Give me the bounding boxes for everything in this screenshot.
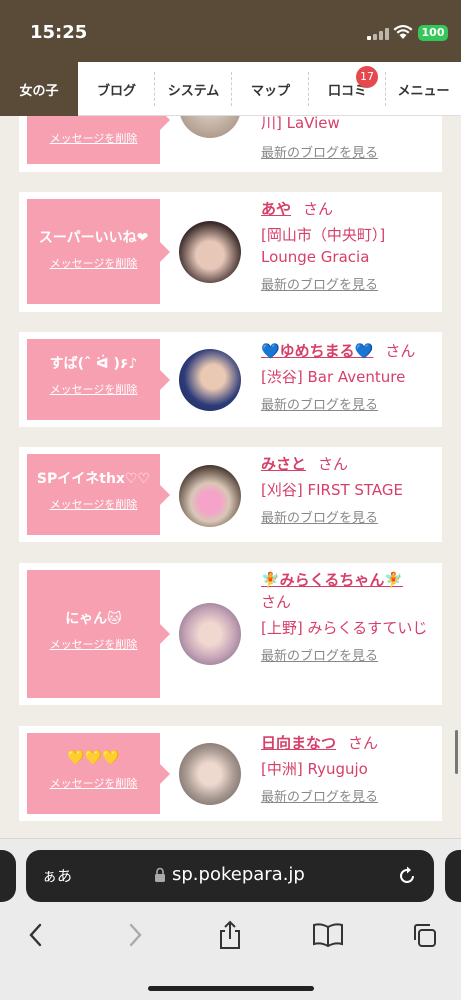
list-item: すば(ˆ ᐛ )۶♪ メッセージを削除 💙ゆめちまる💙 さん [渋谷] Bar Av… (19, 332, 442, 427)
message-bubble: 💛💛💛 メッセージを削除 (27, 733, 170, 814)
avatar[interactable] (179, 603, 241, 665)
avatar[interactable] (179, 221, 241, 283)
browser-chrome: ぁあ sp.pokepara.jp (0, 838, 461, 1000)
girl-name-link[interactable]: みさと (261, 455, 306, 473)
book-icon (313, 923, 343, 948)
chevron-left-icon (29, 923, 42, 947)
avatar[interactable] (179, 465, 241, 527)
delete-message-link[interactable]: メッセージを削除 (50, 775, 138, 791)
girl-info: あや さん [岡山市（中央町）] Lounge Gracia 最新のブログを見る (261, 198, 439, 293)
lock-icon (155, 867, 165, 882)
delete-message-link[interactable]: メッセージを削除 (50, 496, 138, 512)
next-tab-peek[interactable] (445, 850, 461, 902)
main-nav: 女の子 ブログ システム マップ 口コミ 17 メニュー (0, 62, 461, 116)
status-time: 15:25 (30, 22, 88, 43)
list-item: スーパーいいね❤ メッセージを削除 あや さん [岡山市（中央町）] Lounge … (19, 192, 442, 312)
shop-name[interactable]: [上野] みらくるすていじ (261, 617, 439, 639)
back-button[interactable] (18, 917, 54, 953)
girl-name-link[interactable]: 🧚みらくるちゃん🧚 (261, 571, 403, 589)
latest-blog-link[interactable]: 最新のブログを見る (261, 274, 378, 293)
reader-options-button[interactable]: ぁあ (42, 865, 72, 886)
message-bubble: すば(ˆ ᐛ )۶♪ メッセージを削除 (27, 339, 170, 420)
message-bubble: スーパーいいね❤ メッセージを削除 (27, 199, 170, 304)
share-button[interactable] (212, 917, 248, 953)
status-bar: 15:25 100 (0, 0, 461, 62)
tab-map[interactable]: マップ (232, 62, 309, 116)
girl-info: 日向まなつ さん [中洲] Ryugujo 最新のブログを見る (261, 732, 439, 805)
tabs-icon (414, 924, 436, 947)
bookmarks-button[interactable] (310, 917, 346, 953)
message-text: SPイイネthx♡♡ (36, 471, 151, 487)
message-bubble: メッセージを削除 (27, 116, 170, 164)
message-list[interactable]: メッセージを削除 川] LaView 最新のブログを見る スーパーいいね❤ メッセ… (0, 116, 461, 838)
shop-name[interactable]: 川] LaView (261, 116, 439, 134)
tab-menu[interactable]: メニュー (386, 62, 461, 116)
message-text: にゃん🐱 (65, 611, 122, 627)
share-icon (220, 920, 240, 949)
tab-reviews[interactable]: 口コミ 17 (309, 62, 386, 116)
tabs-button[interactable] (406, 917, 442, 953)
message-text: 💛💛💛 (67, 750, 120, 766)
latest-blog-link[interactable]: 最新のブログを見る (261, 142, 378, 161)
scroll-indicator[interactable] (455, 730, 458, 774)
shop-name[interactable]: [岡山市（中央町）] Lounge Gracia (261, 224, 439, 268)
shop-name[interactable]: [刈谷] FIRST STAGE (261, 479, 439, 501)
girl-name-link[interactable]: 💙ゆめちまる💙 (261, 342, 373, 360)
girl-name-link[interactable]: 日向まなつ (261, 734, 336, 752)
delete-message-link[interactable]: メッセージを削除 (50, 255, 138, 271)
message-text: スーパーいいね❤ (38, 230, 149, 246)
list-item: SPイイネthx♡♡ メッセージを削除 みさと さん [刈谷] FIRST STAG… (19, 447, 442, 542)
girl-info: 💙ゆめちまる💙 さん [渋谷] Bar Aventure 最新のブログを見る (261, 340, 439, 413)
chevron-right-icon (129, 923, 142, 947)
tab-girls[interactable]: 女の子 (0, 62, 78, 116)
avatar[interactable] (179, 349, 241, 411)
message-bubble: にゃん🐱 メッセージを削除 (27, 570, 170, 698)
home-indicator[interactable] (148, 986, 314, 991)
girl-info: 🧚みらくるちゃん🧚 さん [上野] みらくるすていじ 最新のブログを見る (261, 569, 439, 664)
list-item: 💛💛💛 メッセージを削除 日向まなつ さん [中洲] Ryugujo 最新のブログを… (19, 726, 442, 821)
cellular-signal-icon (367, 28, 389, 40)
forward-button[interactable] (117, 917, 153, 953)
delete-message-link[interactable]: メッセージを削除 (50, 636, 138, 652)
tab-blog[interactable]: ブログ (78, 62, 155, 116)
shop-name[interactable]: [中洲] Ryugujo (261, 758, 439, 780)
message-bubble: SPイイネthx♡♡ メッセージを削除 (27, 454, 170, 535)
girl-info: 川] LaView 最新のブログを見る (261, 116, 439, 161)
browser-toolbar (0, 917, 461, 957)
address-bar[interactable]: ぁあ sp.pokepara.jp (26, 850, 434, 902)
delete-message-link[interactable]: メッセージを削除 (50, 381, 138, 397)
url-domain: sp.pokepara.jp (172, 864, 305, 885)
latest-blog-link[interactable]: 最新のブログを見る (261, 645, 378, 664)
shop-name[interactable]: [渋谷] Bar Aventure (261, 366, 439, 388)
previous-tab-peek[interactable] (0, 850, 16, 902)
list-item: にゃん🐱 メッセージを削除 🧚みらくるちゃん🧚 さん [上野] みらくるすていじ 最… (19, 563, 442, 705)
reviews-count-badge: 17 (356, 66, 378, 88)
message-text: すば(ˆ ᐛ )۶♪ (49, 356, 138, 372)
girl-name-link[interactable]: あや (261, 200, 291, 218)
avatar[interactable] (179, 743, 241, 805)
girl-info: みさと さん [刈谷] FIRST STAGE 最新のブログを見る (261, 453, 439, 526)
avatar[interactable] (179, 116, 241, 138)
reload-icon[interactable] (396, 865, 418, 887)
list-item: メッセージを削除 川] LaView 最新のブログを見る (19, 116, 442, 172)
wifi-icon (393, 25, 413, 39)
delete-message-link[interactable]: メッセージを削除 (50, 130, 138, 146)
tab-system[interactable]: システム (155, 62, 232, 116)
battery-icon: 100 (418, 25, 448, 41)
latest-blog-link[interactable]: 最新のブログを見る (261, 507, 378, 526)
latest-blog-link[interactable]: 最新のブログを見る (261, 786, 378, 805)
latest-blog-link[interactable]: 最新のブログを見る (261, 394, 378, 413)
